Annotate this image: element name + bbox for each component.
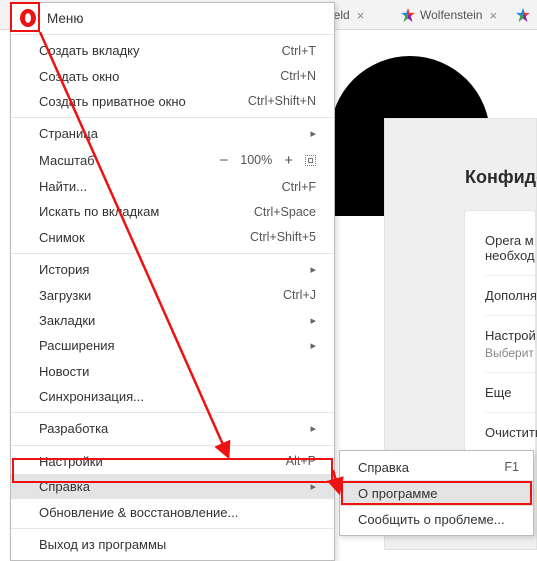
zoom-out-button[interactable]: − <box>217 152 230 169</box>
card-row[interactable]: Очистить <box>485 413 535 452</box>
settings-card: Opera м необход Дополня Настрой Выберит … <box>464 210 536 463</box>
menu-item-new-tab[interactable]: Создать вкладку Ctrl+T <box>11 38 334 63</box>
card-row[interactable]: Еще <box>485 373 535 412</box>
main-menu: Меню Создать вкладку Ctrl+T Создать окно… <box>10 2 335 561</box>
browser-tab[interactable]: Wolfenstein × <box>395 3 505 27</box>
chevron-right-icon: ▸ <box>308 263 316 276</box>
panel-heading: Конфиден <box>465 167 536 188</box>
menu-item-new-private[interactable]: Создать приватное окно Ctrl+Shift+N <box>11 89 334 114</box>
menu-item-update[interactable]: Обновление & восстановление... <box>11 499 334 524</box>
submenu-item-about[interactable]: О программе <box>340 480 533 506</box>
fullscreen-icon[interactable] <box>305 155 316 166</box>
submenu-item-report[interactable]: Сообщить о проблеме... <box>340 506 533 532</box>
menu-header: Меню <box>11 3 334 35</box>
chevron-right-icon: ▸ <box>308 127 316 140</box>
submenu-item-help[interactable]: Справка F1 <box>340 454 533 480</box>
menu-item-sync[interactable]: Синхронизация... <box>11 384 334 409</box>
star-icon <box>401 8 415 22</box>
browser-tab[interactable] <box>510 3 536 27</box>
chevron-right-icon: ▸ <box>308 339 316 352</box>
menu-item-tabsearch[interactable]: Искать по вкладкам Ctrl+Space <box>11 199 334 224</box>
zoom-value: 100% <box>240 153 272 167</box>
menu-item-help[interactable]: Справка ▸ <box>11 474 334 499</box>
card-row[interactable]: Настрой Выберит <box>485 316 535 372</box>
star-icon <box>516 8 530 22</box>
chevron-right-icon: ▸ <box>308 314 316 327</box>
menu-item-bookmarks[interactable]: Закладки ▸ <box>11 308 334 333</box>
menu-item-settings[interactable]: Настройки Alt+P <box>11 449 334 474</box>
chevron-right-icon: ▸ <box>308 480 316 493</box>
menu-item-zoom[interactable]: Масштаб − 100% + <box>11 147 334 174</box>
menu-item-extensions[interactable]: Расширения ▸ <box>11 333 334 358</box>
close-icon[interactable]: × <box>487 8 499 23</box>
chevron-right-icon: ▸ <box>308 422 316 435</box>
tab-label: Wolfenstein <box>420 8 482 22</box>
menu-item-dev[interactable]: Разработка ▸ <box>11 416 334 441</box>
menu-item-news[interactable]: Новости <box>11 359 334 384</box>
card-row[interactable]: Дополня <box>485 276 535 315</box>
menu-item-page[interactable]: Страница ▸ <box>11 121 334 146</box>
close-icon[interactable]: × <box>355 8 367 23</box>
menu-item-exit[interactable]: Выход из программы <box>11 532 334 557</box>
menu-item-history[interactable]: История ▸ <box>11 257 334 282</box>
menu-item-new-window[interactable]: Создать окно Ctrl+N <box>11 63 334 88</box>
menu-item-find[interactable]: Найти... Ctrl+F <box>11 174 334 199</box>
menu-item-downloads[interactable]: Загрузки Ctrl+J <box>11 282 334 307</box>
menu-title: Меню <box>47 11 84 26</box>
menu-item-snapshot[interactable]: Снимок Ctrl+Shift+5 <box>11 225 334 250</box>
card-row[interactable]: Opera м необход <box>485 221 535 275</box>
help-submenu: Справка F1 О программе Сообщить о пробле… <box>339 450 534 536</box>
zoom-in-button[interactable]: + <box>282 152 295 169</box>
opera-icon <box>17 7 39 29</box>
